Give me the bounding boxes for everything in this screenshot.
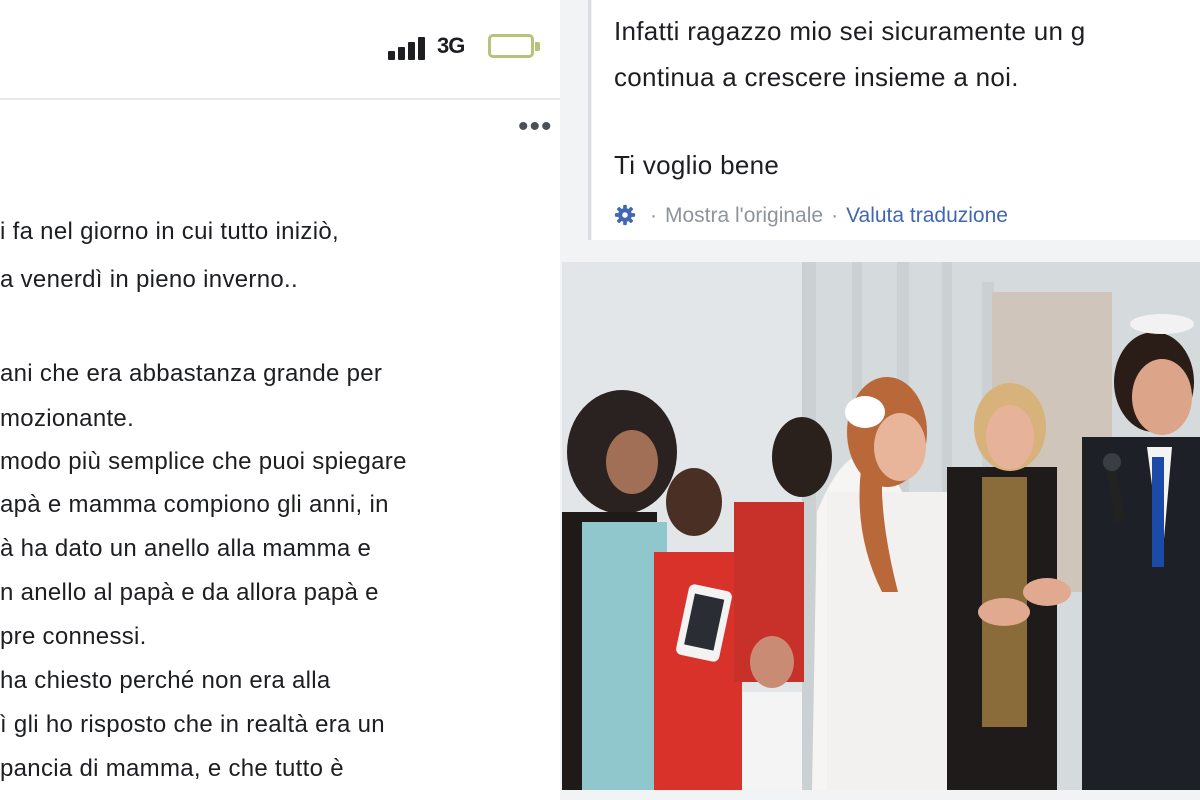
wedding-photo-illustration: [562, 262, 1200, 790]
comment-line: Infatti ragazzo mio sei sicuramente un g: [614, 16, 1086, 46]
comment-screenshot: Infatti ragazzo mio sei sicuramente un g…: [592, 0, 1200, 240]
post-line: i fa nel giorno in cui tutto iniziò,: [0, 218, 339, 245]
divider: [0, 98, 560, 100]
comment-line: continua a crescere insieme a noi.: [614, 62, 1019, 92]
translation-controls: · Mostra l'originale · Valuta traduzione: [614, 204, 1008, 228]
post-line: pancia di mamma, e che tutto è: [0, 755, 344, 782]
post-line: à ha dato un anello alla mamma e: [0, 535, 372, 562]
post-line: ani che era abbastanza grande per: [0, 360, 383, 387]
post-line: a venerdì in pieno inverno..: [0, 266, 298, 293]
show-original-link[interactable]: Mostra l'originale: [665, 204, 823, 227]
status-bar: 3G: [0, 0, 560, 95]
post-line: ha chiesto perché non era alla: [0, 667, 331, 694]
post-screenshot: 3G ••• i fa nel giorno in cui tutto iniz…: [0, 0, 560, 800]
post-line: apà e mamma compiono gli anni, in: [0, 491, 389, 518]
battery-icon: [488, 34, 540, 58]
rate-translation-link[interactable]: Valuta traduzione: [846, 204, 1008, 227]
wedding-photo: [562, 262, 1200, 790]
separator: ·: [831, 204, 839, 227]
separator: ·: [650, 204, 657, 227]
post-line: mozionante.: [0, 405, 135, 432]
more-options-icon[interactable]: •••: [518, 112, 553, 142]
gear-icon[interactable]: [614, 204, 636, 226]
post-line: modo più semplice che puoi spiegare: [0, 448, 407, 475]
divider: [588, 0, 591, 240]
network-type-label: 3G: [437, 33, 465, 58]
post-line: pre connessi.: [0, 623, 147, 650]
signal-icon: [388, 36, 434, 60]
post-line: ì gli ho risposto che in realtà era un: [0, 711, 385, 738]
comment-line: Ti voglio bene: [614, 150, 780, 180]
post-line: n anello al papà e da allora papà e: [0, 579, 379, 606]
